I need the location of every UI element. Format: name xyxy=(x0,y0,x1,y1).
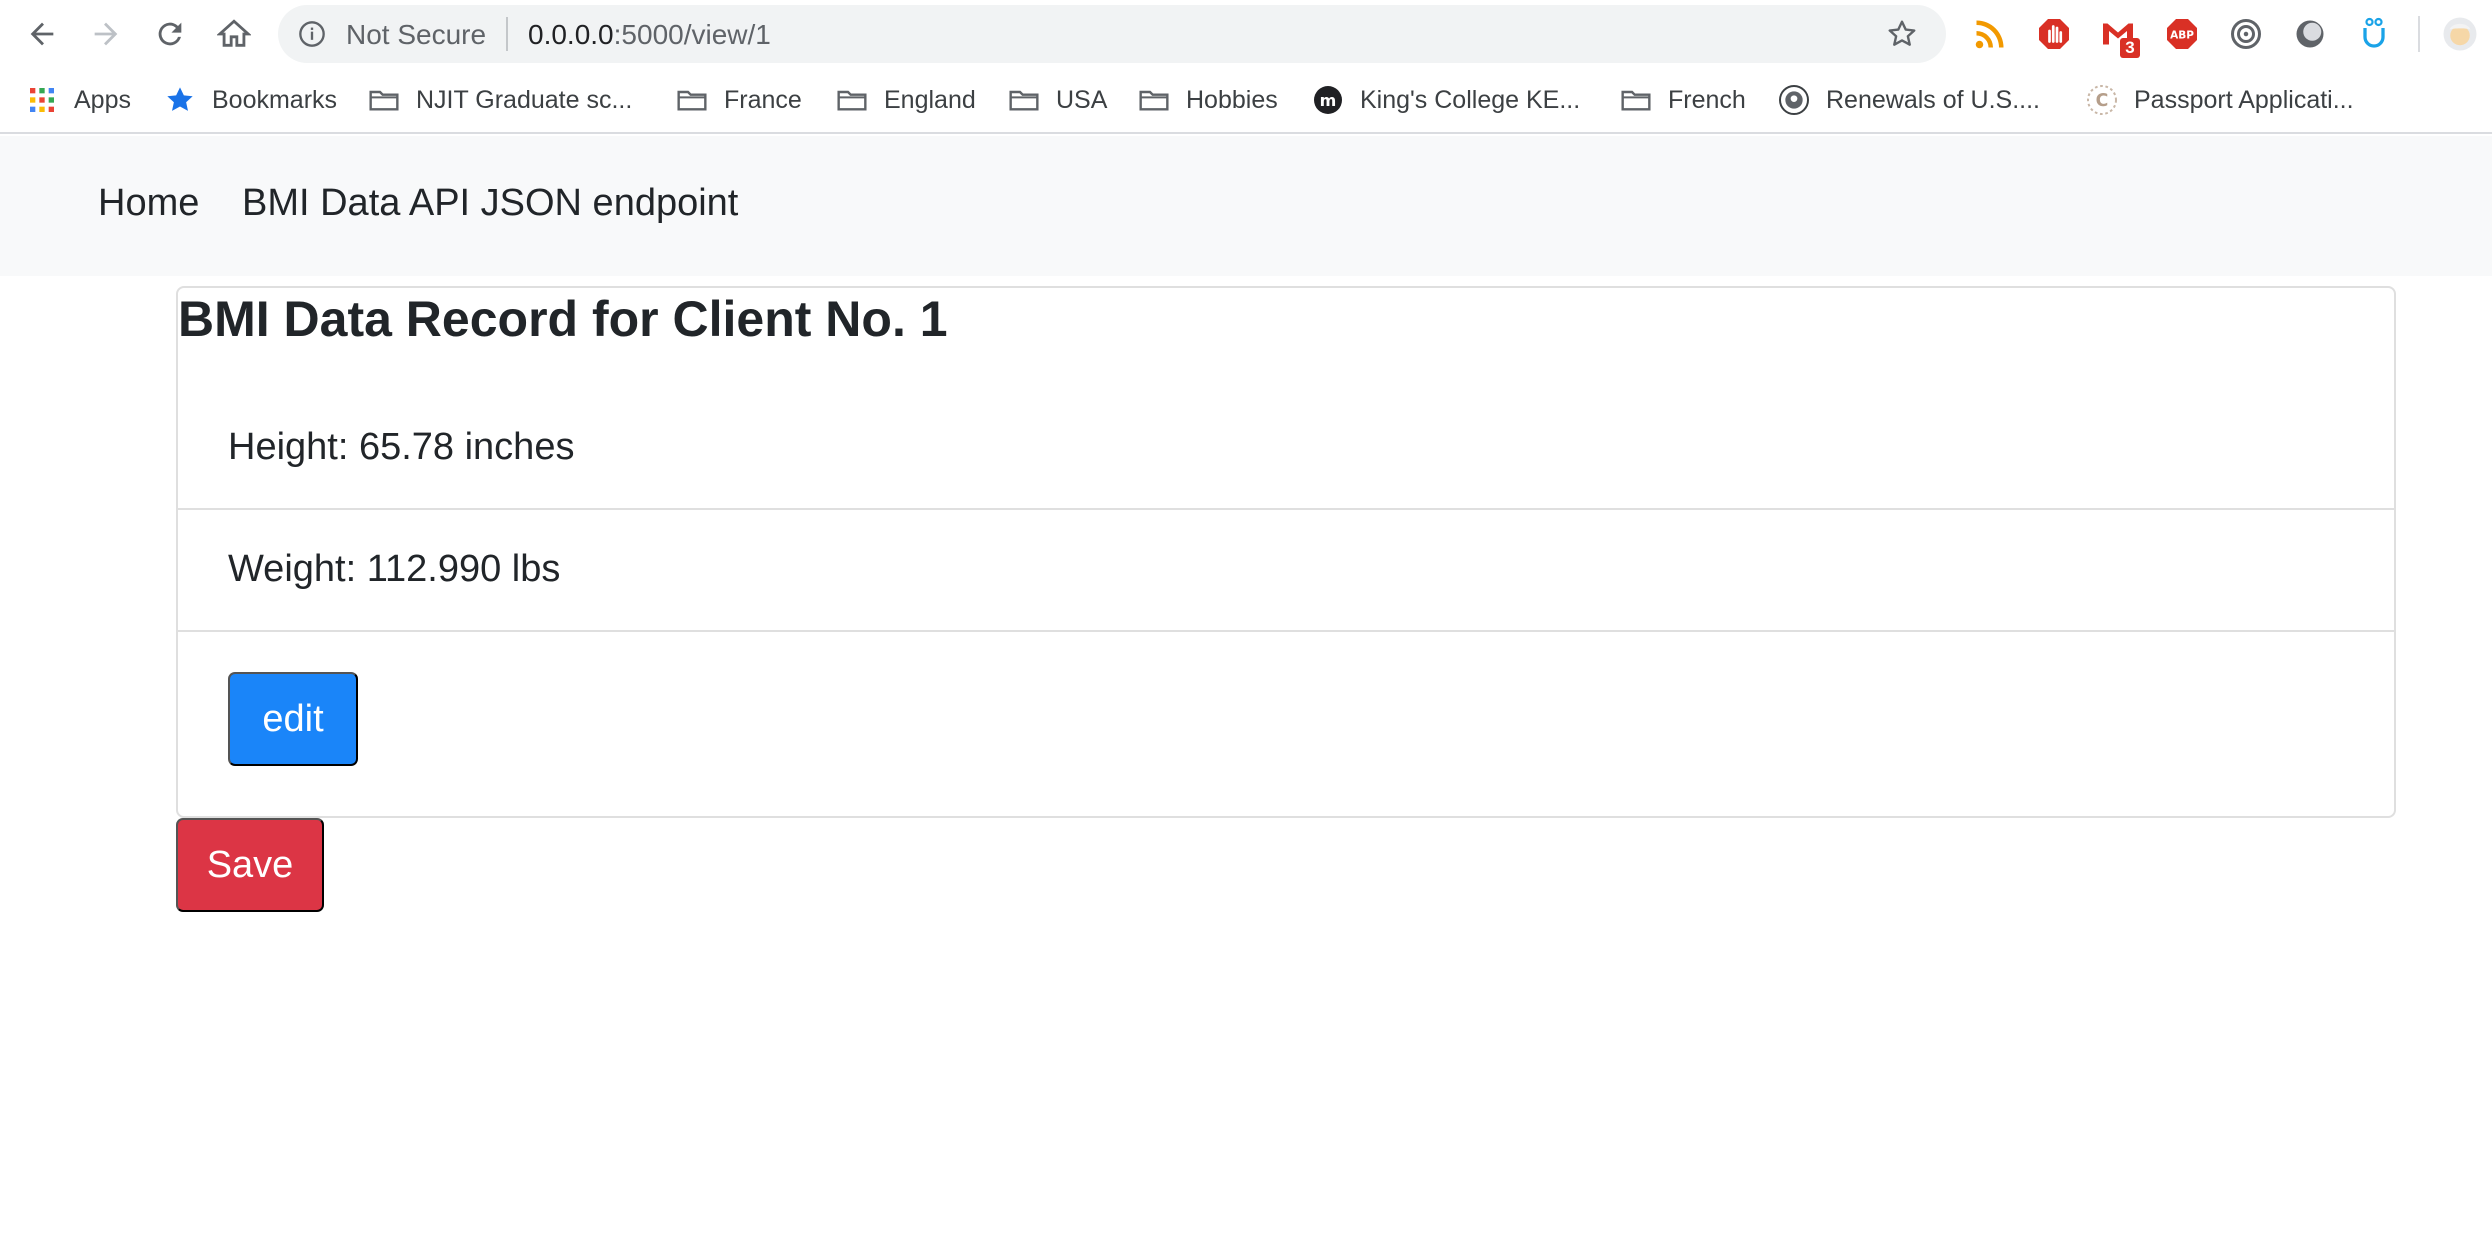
bookmark-folder-france[interactable]: France xyxy=(676,80,802,120)
svg-text:ABP: ABP xyxy=(2170,30,2194,42)
bookmarks-bar: Apps Bookmarks NJIT Graduate sc... Franc… xyxy=(0,68,2492,134)
folder-icon xyxy=(368,84,400,116)
folder-icon xyxy=(1008,84,1040,116)
home-icon[interactable] xyxy=(214,14,254,54)
bookmark-label: Apps xyxy=(74,85,131,114)
weight-value: Weight: 112.990 lbs xyxy=(228,548,561,590)
passport-c-icon: C xyxy=(2086,84,2118,116)
edit-button[interactable]: edit xyxy=(228,672,358,766)
gmail-badge: 3 xyxy=(2120,38,2140,58)
address-bar[interactable]: Not Secure 0.0.0.0:5000/view/1 xyxy=(278,5,1946,63)
svg-text:C: C xyxy=(2096,91,2109,111)
circle-extension-icon[interactable] xyxy=(2290,14,2330,54)
toolbar-separator xyxy=(2418,16,2420,52)
browser-toolbar: Not Secure 0.0.0.0:5000/view/1 3 ABP xyxy=(0,0,2492,68)
nav-api-link[interactable]: BMI Data API JSON endpoint xyxy=(242,182,738,225)
adblock-icon[interactable]: ABP xyxy=(2162,14,2202,54)
info-icon[interactable] xyxy=(298,20,326,48)
save-button[interactable]: Save xyxy=(176,818,324,912)
bookmark-label: Hobbies xyxy=(1186,85,1278,114)
stop-hand-icon[interactable] xyxy=(2034,14,2074,54)
bookmark-folder-hobbies[interactable]: Hobbies xyxy=(1138,80,1278,120)
bookmark-folder-njit[interactable]: NJIT Graduate sc... xyxy=(368,80,632,120)
url-path: :5000/view/1 xyxy=(613,19,771,50)
reload-icon[interactable] xyxy=(150,14,190,54)
bookmark-folder-england[interactable]: England xyxy=(836,80,976,120)
bookmark-label: King's College KE... xyxy=(1360,85,1581,114)
rss-icon[interactable] xyxy=(1970,14,2010,54)
bookmark-label: France xyxy=(724,85,802,114)
nav-home-link[interactable]: Home xyxy=(98,182,199,225)
weight-row: Weight: 112.990 lbs xyxy=(178,510,2394,632)
star-icon xyxy=(164,84,196,116)
bookmark-label: USA xyxy=(1056,85,1108,114)
folder-icon xyxy=(1620,84,1652,116)
bookmark-apps[interactable]: Apps xyxy=(26,80,131,120)
bookmark-label: NJIT Graduate sc... xyxy=(416,85,633,114)
url-text[interactable]: 0.0.0.0:5000/view/1 xyxy=(528,19,771,51)
url-host: 0.0.0.0 xyxy=(528,19,614,50)
bookmark-passport[interactable]: C Passport Applicati... xyxy=(2086,80,2354,120)
bookmark-kings-college[interactable]: m King's College KE... xyxy=(1312,80,1580,120)
site-navbar: Home BMI Data API JSON endpoint xyxy=(0,136,2492,276)
bookmark-label: Passport Applicati... xyxy=(2134,85,2354,114)
folder-icon xyxy=(836,84,868,116)
bookmark-folder-french[interactable]: French xyxy=(1620,80,1746,120)
record-title: BMI Data Record for Client No. 1 xyxy=(178,291,948,347)
bookmark-label: Bookmarks xyxy=(212,85,338,114)
folder-icon xyxy=(676,84,708,116)
address-separator xyxy=(506,17,508,51)
owl-extension-icon[interactable] xyxy=(2354,14,2394,54)
bookmark-renewals[interactable]: Renewals of U.S.... xyxy=(1778,80,2040,120)
fingerprint-icon[interactable] xyxy=(2226,14,2266,54)
bookmark-label: England xyxy=(884,85,976,114)
security-label[interactable]: Not Secure xyxy=(346,19,486,51)
bookmark-label: French xyxy=(1668,85,1746,114)
apps-grid-icon xyxy=(26,84,58,116)
bookmark-star-icon[interactable] xyxy=(1886,18,1918,50)
bookmark-folder-usa[interactable]: USA xyxy=(1008,80,1107,120)
gmail-icon[interactable]: 3 xyxy=(2098,14,2140,58)
bookmark-label: Renewals of U.S.... xyxy=(1826,85,2040,114)
bmi-record-card: BMI Data Record for Client No. 1 Height:… xyxy=(176,286,2396,818)
seal-icon xyxy=(1778,84,1810,116)
back-icon[interactable] xyxy=(22,14,62,54)
forward-icon[interactable] xyxy=(86,14,126,54)
bookmark-bookmarks[interactable]: Bookmarks xyxy=(164,80,337,120)
height-value: Height: 65.78 inches xyxy=(228,426,575,468)
svg-text:m: m xyxy=(1320,91,1337,110)
folder-icon xyxy=(1138,84,1170,116)
height-row: Height: 65.78 inches xyxy=(178,388,2394,510)
profile-avatar-icon[interactable] xyxy=(2440,14,2480,54)
kings-college-icon: m xyxy=(1312,84,1344,116)
